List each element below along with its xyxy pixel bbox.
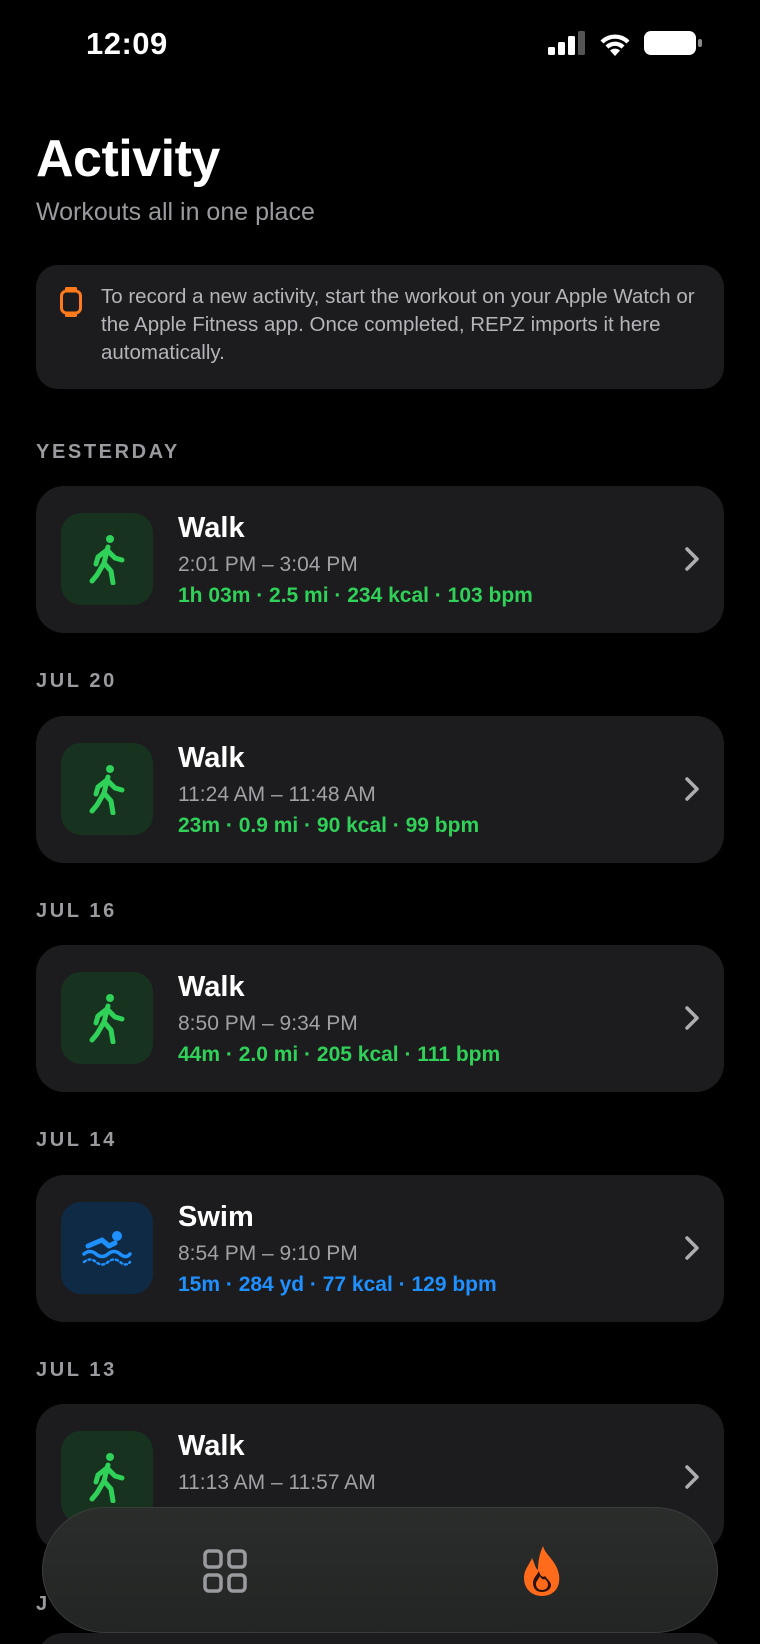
section-label-jul-13: JUL 13 [36, 1359, 117, 1381]
status-bar: 12:09 [0, 0, 760, 92]
tab-activity[interactable] [507, 1536, 577, 1606]
status-time: 12:09 [86, 26, 168, 61]
walking-figure-icon [61, 972, 153, 1064]
workout-row[interactable]: Walk 8:50 PM – 9:34 PM 44m · 2.0 mi · 20… [36, 945, 724, 1092]
workout-time: 11:24 AM – 11:48 AM [178, 783, 376, 806]
workout-title: Walk [178, 971, 245, 1003]
chevron-right-icon [685, 1236, 699, 1260]
workout-time: 11:13 AM – 11:57 AM [178, 1471, 376, 1494]
workout-stats: 23m · 0.9 mi · 90 kcal · 99 bpm [178, 814, 480, 837]
workout-row[interactable]: Walk 2:01 PM – 3:04 PM 1h 03m · 2.5 mi ·… [36, 486, 724, 633]
page-title: Activity [36, 130, 220, 188]
workout-title: Walk [178, 742, 245, 774]
info-card: To record a new activity, start the work… [36, 265, 724, 389]
workout-title: Walk [178, 512, 245, 544]
tab-dashboard[interactable] [190, 1536, 260, 1606]
walking-figure-icon [61, 743, 153, 835]
header: Activity Workouts all in one place [36, 128, 315, 227]
apple-watch-icon [60, 287, 82, 322]
walking-figure-icon [61, 513, 153, 605]
chevron-right-icon [685, 1006, 699, 1030]
battery-icon [644, 31, 702, 55]
workout-row[interactable]: Swim 8:54 PM – 9:10 PM 15m · 284 yd · 77… [36, 1175, 724, 1322]
workout-stats: 1h 03m · 2.5 mi · 234 kcal · 103 bpm [178, 584, 533, 607]
workout-row[interactable]: Walk 11:24 AM – 11:48 AM 23m · 0.9 mi · … [36, 716, 724, 863]
workout-stats: 44m · 2.0 mi · 205 kcal · 111 bpm [178, 1043, 501, 1066]
workout-title: Walk [178, 1430, 245, 1462]
workout-title: Swim [178, 1201, 254, 1233]
chevron-right-icon [685, 547, 699, 571]
workout-time: 8:50 PM – 9:34 PM [178, 1012, 358, 1035]
page-subtitle: Workouts all in one place [36, 198, 315, 226]
info-text: To record a new activity, start the work… [101, 285, 695, 364]
workout-row-clipped[interactable] [36, 1633, 724, 1644]
wifi-icon [600, 34, 630, 56]
section-label-yesterday: YESTERDAY [36, 441, 180, 463]
flame-icon [524, 1546, 560, 1596]
workout-time: 8:54 PM – 9:10 PM [178, 1242, 358, 1265]
workout-stats: 15m · 284 yd · 77 kcal · 129 bpm [178, 1273, 497, 1296]
grid-dashboard-icon [203, 1549, 247, 1593]
chevron-right-icon [685, 1465, 699, 1489]
workout-time: 2:01 PM – 3:04 PM [178, 553, 358, 576]
chevron-right-icon [685, 777, 699, 801]
section-label-jul-16: JUL 16 [36, 900, 117, 922]
swimmer-icon [61, 1202, 153, 1294]
section-label-jul-20: JUL 20 [36, 670, 117, 692]
status-icons [548, 30, 702, 56]
section-label-jul-14: JUL 14 [36, 1129, 117, 1151]
cellular-signal-icon [548, 31, 585, 55]
tab-bar [42, 1507, 718, 1633]
